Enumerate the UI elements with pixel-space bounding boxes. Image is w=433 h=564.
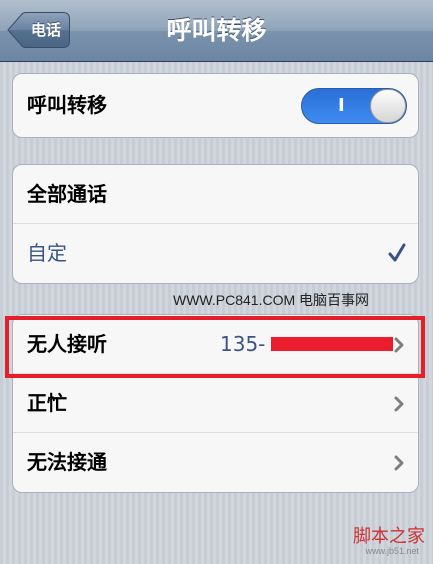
highlight-annotation-box <box>5 316 425 378</box>
condition-label: 无法接通 <box>27 450 107 474</box>
forwarding-toggle[interactable]: I <box>301 88 407 124</box>
mode-group: 全部通话 自定 <box>12 164 419 284</box>
condition-label: 正忙 <box>27 391 67 415</box>
back-button[interactable]: 电话 <box>7 12 70 48</box>
mode-option-custom[interactable]: 自定 <box>13 224 418 283</box>
condition-row-unreachable[interactable]: 无法接通 <box>13 433 418 492</box>
chevron-right-icon <box>394 455 404 471</box>
toggle-knob[interactable] <box>370 89 406 123</box>
forwarding-label: 呼叫转移 <box>27 93 107 117</box>
forwarding-row: 呼叫转移 I <box>13 74 418 137</box>
condition-row-busy[interactable]: 正忙 <box>13 374 418 433</box>
mode-option-label: 自定 <box>27 241 67 265</box>
navigation-bar: 呼叫转移 电话 <box>0 0 433 62</box>
toggle-on-label: I <box>338 95 345 116</box>
site-watermark: 脚本之家 <box>353 526 425 547</box>
checkmark-icon <box>388 243 406 262</box>
site-url-watermark: www.jb51.net <box>365 546 419 556</box>
mode-option-label: 全部通话 <box>27 182 107 206</box>
chevron-right-icon <box>394 396 404 412</box>
forwarding-toggle-group: 呼叫转移 I <box>12 73 419 138</box>
watermark-text: WWW.PC841.COM 电脑百事网 <box>173 292 370 308</box>
mode-option-all-calls[interactable]: 全部通话 <box>13 165 418 224</box>
back-button-label: 电话 <box>30 21 61 39</box>
